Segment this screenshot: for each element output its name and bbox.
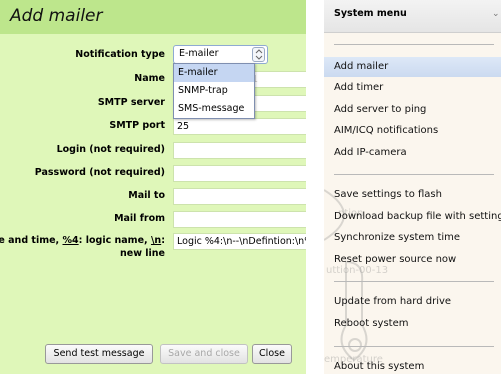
menu-divider — [334, 281, 494, 282]
message-label-part: ate and time, — [0, 235, 60, 246]
mail-to-row: Mail to — [0, 188, 306, 210]
mail-from-input[interactable] — [173, 211, 306, 228]
password-row: Password (not required) — [0, 165, 306, 187]
message-label-part: : logic name, — [78, 235, 151, 246]
mail-to-input[interactable] — [173, 188, 306, 205]
smtp-server-row: SMTP server — [0, 95, 306, 117]
message-template-label: ate and time, %4: logic name, \n: new li… — [0, 234, 165, 260]
mail-from-row: Mail from — [0, 211, 306, 233]
password-label: Password (not required) — [34, 167, 165, 178]
system-menu-title: System menu — [334, 8, 407, 19]
menu-item-add-mailer[interactable]: Add mailer — [324, 57, 501, 77]
menu-item-about-system[interactable]: About this system — [324, 357, 501, 374]
menu-item-reboot-system[interactable]: Reboot system — [324, 314, 501, 334]
smtp-port-input[interactable]: 25 — [173, 118, 306, 135]
message-label-line2: new line — [119, 248, 165, 259]
login-input[interactable] — [173, 142, 306, 159]
smtp-port-label: SMTP port — [109, 120, 165, 131]
message-label-code-n: \n — [150, 235, 162, 246]
message-label-code-4: %4 — [62, 235, 79, 246]
menu-item-save-settings[interactable]: Save settings to flash — [324, 185, 501, 205]
dialog-header: Add mailer — [0, 0, 306, 34]
mail-from-label: Mail from — [114, 213, 165, 224]
message-label-part: : — [161, 235, 165, 246]
menu-item-update-from-hard-drive[interactable]: Update from hard drive — [324, 292, 501, 312]
system-menu-header[interactable]: System menu ⌄ — [324, 0, 501, 33]
menu-item-aim-icq-notifications[interactable]: AIM/ICQ notifications — [324, 121, 501, 141]
close-button[interactable]: Close — [252, 344, 292, 364]
dialog-title: Add mailer — [10, 6, 103, 26]
menu-divider — [334, 346, 494, 347]
menu-item-add-timer[interactable]: Add timer — [324, 78, 501, 98]
menu-item-add-ip-camera[interactable]: Add IP-camera — [324, 143, 501, 163]
select-arrows-icon — [252, 47, 265, 62]
dropdown-option-snmp-trap[interactable]: SNMP-trap — [174, 82, 254, 100]
mail-to-label: Mail to — [128, 190, 165, 201]
menu-item-add-server-to-ping[interactable]: Add server to ping — [324, 100, 501, 120]
smtp-server-label: SMTP server — [97, 97, 165, 108]
notification-type-select[interactable]: E-mailer — [173, 45, 268, 64]
add-mailer-dialog: Add mailer Notification type E-mailer E-… — [0, 0, 306, 374]
chevron-down-icon[interactable]: ⌄ — [492, 9, 500, 19]
smtp-port-row: SMTP port 25 — [0, 118, 306, 140]
send-test-message-button[interactable]: Send test message — [45, 344, 153, 364]
message-template-input[interactable]: Logic %4:\n--\nDefintion:\n% — [173, 233, 306, 250]
save-and-close-button[interactable]: Save and close — [160, 344, 248, 364]
dropdown-option-sms-message[interactable]: SMS-message — [174, 100, 254, 118]
dropdown-option-emailer[interactable]: E-mailer — [174, 64, 254, 82]
menu-divider — [334, 174, 494, 175]
name-label: Name — [134, 73, 165, 84]
menu-item-download-backup[interactable]: Download backup file with settings — [324, 207, 501, 227]
notification-type-label: Notification type — [75, 49, 165, 60]
login-row: Login (not required) — [0, 142, 306, 164]
name-row: Name s 11 — [0, 71, 306, 93]
password-input[interactable] — [173, 165, 306, 182]
login-label: Login (not required) — [56, 144, 165, 155]
system-menu-panel: ption uttion-00-13 emperature System men… — [324, 0, 501, 374]
notification-type-dropdown: E-mailer SNMP-trap SMS-message — [173, 63, 255, 119]
menu-divider — [334, 44, 494, 45]
notification-type-value: E-mailer — [179, 48, 219, 59]
menu-item-reset-power-source[interactable]: Reset power source now — [324, 250, 501, 270]
menu-item-synchronize-time[interactable]: Synchronize system time — [324, 228, 501, 248]
